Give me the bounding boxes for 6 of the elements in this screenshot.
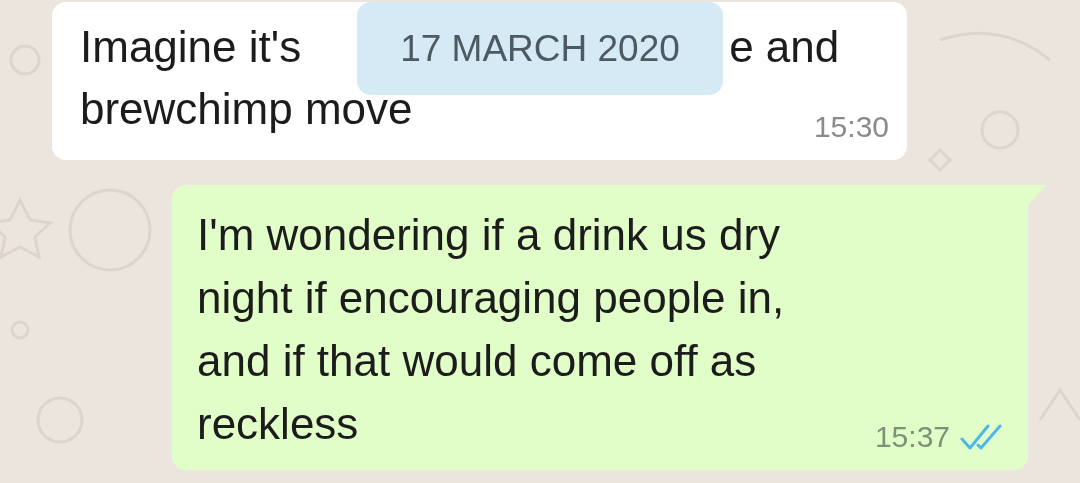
date-chip: 17 MARCH 2020 bbox=[357, 2, 723, 95]
message-time: 15:37 bbox=[874, 420, 950, 454]
message-text: I'm wondering if a drink us dry night if encouraging people in, and if that would come off as reckless bbox=[197, 209, 785, 450]
message-text: Imagine it's bbox=[80, 21, 302, 73]
message-text: e and bbox=[729, 21, 840, 73]
message-time: 15:30 bbox=[813, 110, 889, 144]
